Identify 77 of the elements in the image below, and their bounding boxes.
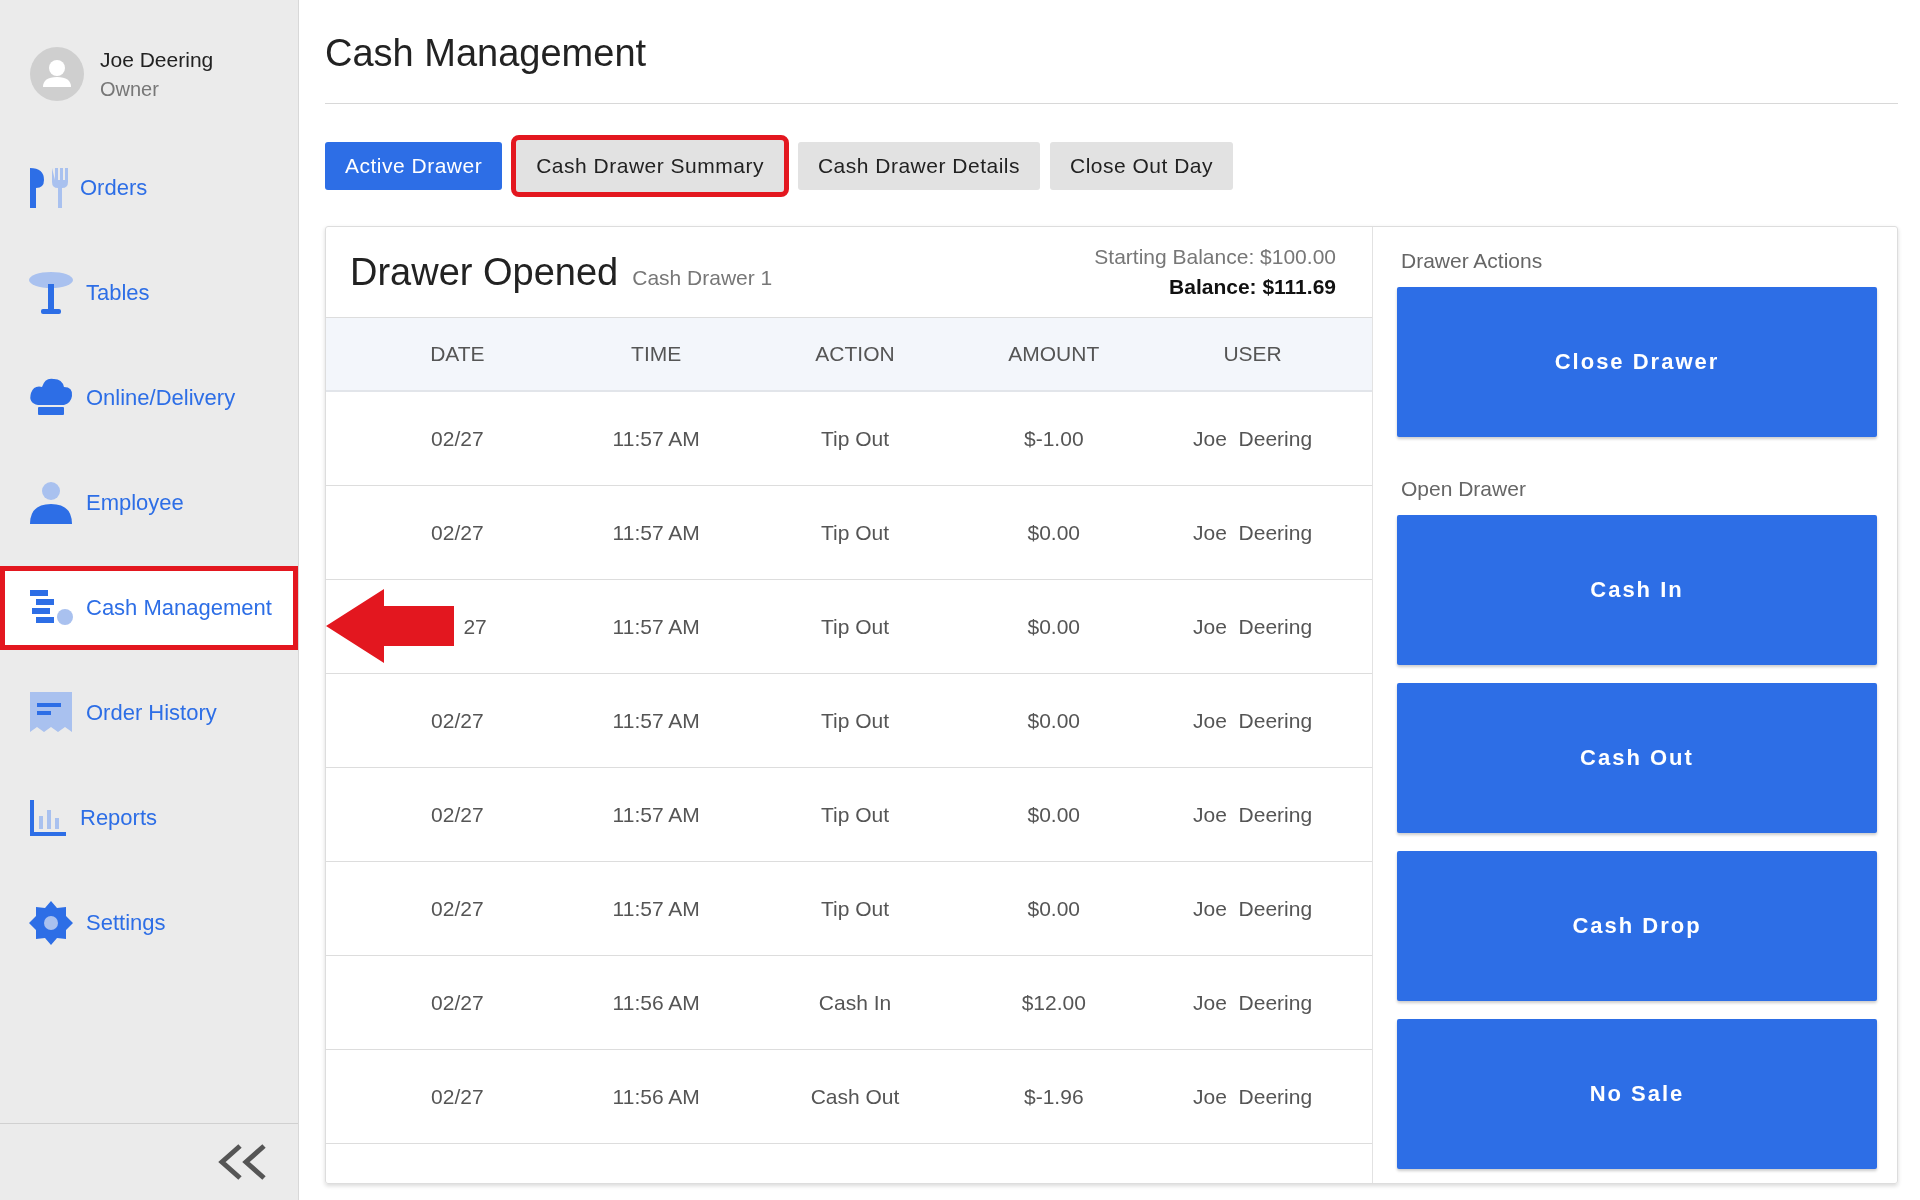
table-cell-text: 11:57 AM	[611, 896, 701, 921]
table-cell-text: Tip Out	[819, 614, 891, 639]
sidebar-item[interactable]: Settings	[0, 881, 298, 965]
sidebar-item[interactable]: Online/Delivery	[0, 356, 298, 440]
fork-icon	[28, 166, 68, 210]
drawer-title: Drawer Opened	[350, 250, 619, 294]
table-cell-text: 02/27	[430, 990, 485, 1015]
sidebar-item[interactable]: Tables	[0, 251, 298, 335]
action-button[interactable]: Close Drawer	[1397, 287, 1877, 437]
table-cell-text: $0.00	[1026, 896, 1082, 921]
table-cell-text: 02/27	[430, 1084, 485, 1109]
table-icon	[28, 270, 74, 316]
page-title: Cash Management	[325, 32, 648, 75]
sidebar-item[interactable]: Orders	[0, 146, 298, 230]
settings-icon	[28, 900, 74, 946]
user-role: Owner	[100, 77, 160, 101]
sidebar-item[interactable]: Employee	[0, 461, 298, 545]
table-cell-text: $0.00	[1026, 708, 1082, 733]
table-cell-text: $-1.96	[1023, 1084, 1085, 1109]
balance: Balance: $111.69	[1169, 275, 1336, 299]
table-cell-text: 02/27	[430, 520, 485, 545]
table-cell-text: $12.00	[1020, 990, 1087, 1015]
table-cell-text: Tip Out	[819, 896, 891, 921]
column-header: AMOUNT	[1007, 342, 1101, 366]
table-cell-text: Joe Deering	[1192, 1084, 1314, 1109]
table-cell-text: $-1.00	[1023, 426, 1085, 451]
table-cell-text: Tip Out	[819, 520, 891, 545]
action-button[interactable]: No Sale	[1397, 1019, 1877, 1169]
sidebar-item[interactable]: Order History	[0, 671, 298, 755]
column-header: USER	[1222, 342, 1283, 366]
table-cell-text: Joe Deering	[1192, 990, 1314, 1015]
table-cell-text: Joe Deering	[1192, 426, 1314, 451]
table-cell-text: 02/27	[430, 896, 485, 921]
stacked-bars-icon	[28, 588, 74, 628]
table-cell-text: 11:57 AM	[611, 708, 701, 733]
table-cell-text: Joe Deering	[1192, 708, 1314, 733]
table-cell-text: Cash In	[817, 990, 893, 1015]
table-cell-text: Tip Out	[819, 708, 891, 733]
table-cell-text: 11:57 AM	[611, 520, 701, 545]
column-header: DATE	[429, 342, 486, 366]
sidebar-item[interactable]: Reports	[0, 776, 298, 860]
avatar-icon	[30, 47, 84, 101]
section-heading: Open Drawer	[1401, 477, 1527, 501]
table-cell-text: Tip Out	[819, 426, 891, 451]
bar-chart-icon	[28, 798, 68, 838]
table-cell-text: 27	[462, 614, 488, 639]
user-name: Joe Deering	[100, 47, 214, 72]
table-cell-text: Joe Deering	[1192, 520, 1314, 545]
starting-balance: Starting Balance: $100.00	[1094, 245, 1336, 269]
action-button[interactable]: Cash In	[1397, 515, 1877, 665]
action-button[interactable]: Cash Out	[1397, 683, 1877, 833]
table-cell-text: Joe Deering	[1192, 802, 1314, 827]
drawer-name: Cash Drawer 1	[632, 265, 773, 290]
column-header: ACTION	[814, 342, 896, 366]
table-cell-text: Joe Deering	[1192, 896, 1314, 921]
tab[interactable]: Close Out Day	[1050, 142, 1234, 190]
table-cell-text: 02/27	[430, 708, 485, 733]
table-cell-text: $0.00	[1026, 614, 1082, 639]
table-cell-text: $0.00	[1026, 802, 1082, 827]
table-cell-text: 02/27	[430, 426, 485, 451]
table-cell-text: 02/27	[430, 802, 485, 827]
table-cell-text: Cash Out	[809, 1084, 901, 1109]
table-cell-text: $0.00	[1026, 520, 1082, 545]
table-cell-text: 11:56 AM	[611, 1084, 701, 1109]
person-icon	[28, 480, 74, 526]
table-cell-text: 11:57 AM	[611, 426, 701, 451]
table-cell-text: 11:56 AM	[611, 990, 701, 1015]
table-cell-text: Tip Out	[819, 802, 891, 827]
column-header: TIME	[630, 342, 683, 366]
table-cell-text: 11:57 AM	[611, 802, 701, 827]
sidebar-item[interactable]: Cash Management	[0, 566, 298, 650]
table-cell-text: 11:57 AM	[611, 614, 701, 639]
action-button[interactable]: Cash Drop	[1397, 851, 1877, 1001]
section-heading: Drawer Actions	[1401, 249, 1544, 273]
tab[interactable]: Active Drawer	[325, 142, 503, 190]
table-cell-text: Joe Deering	[1192, 614, 1314, 639]
tab[interactable]: Cash Drawer Details	[797, 142, 1040, 190]
